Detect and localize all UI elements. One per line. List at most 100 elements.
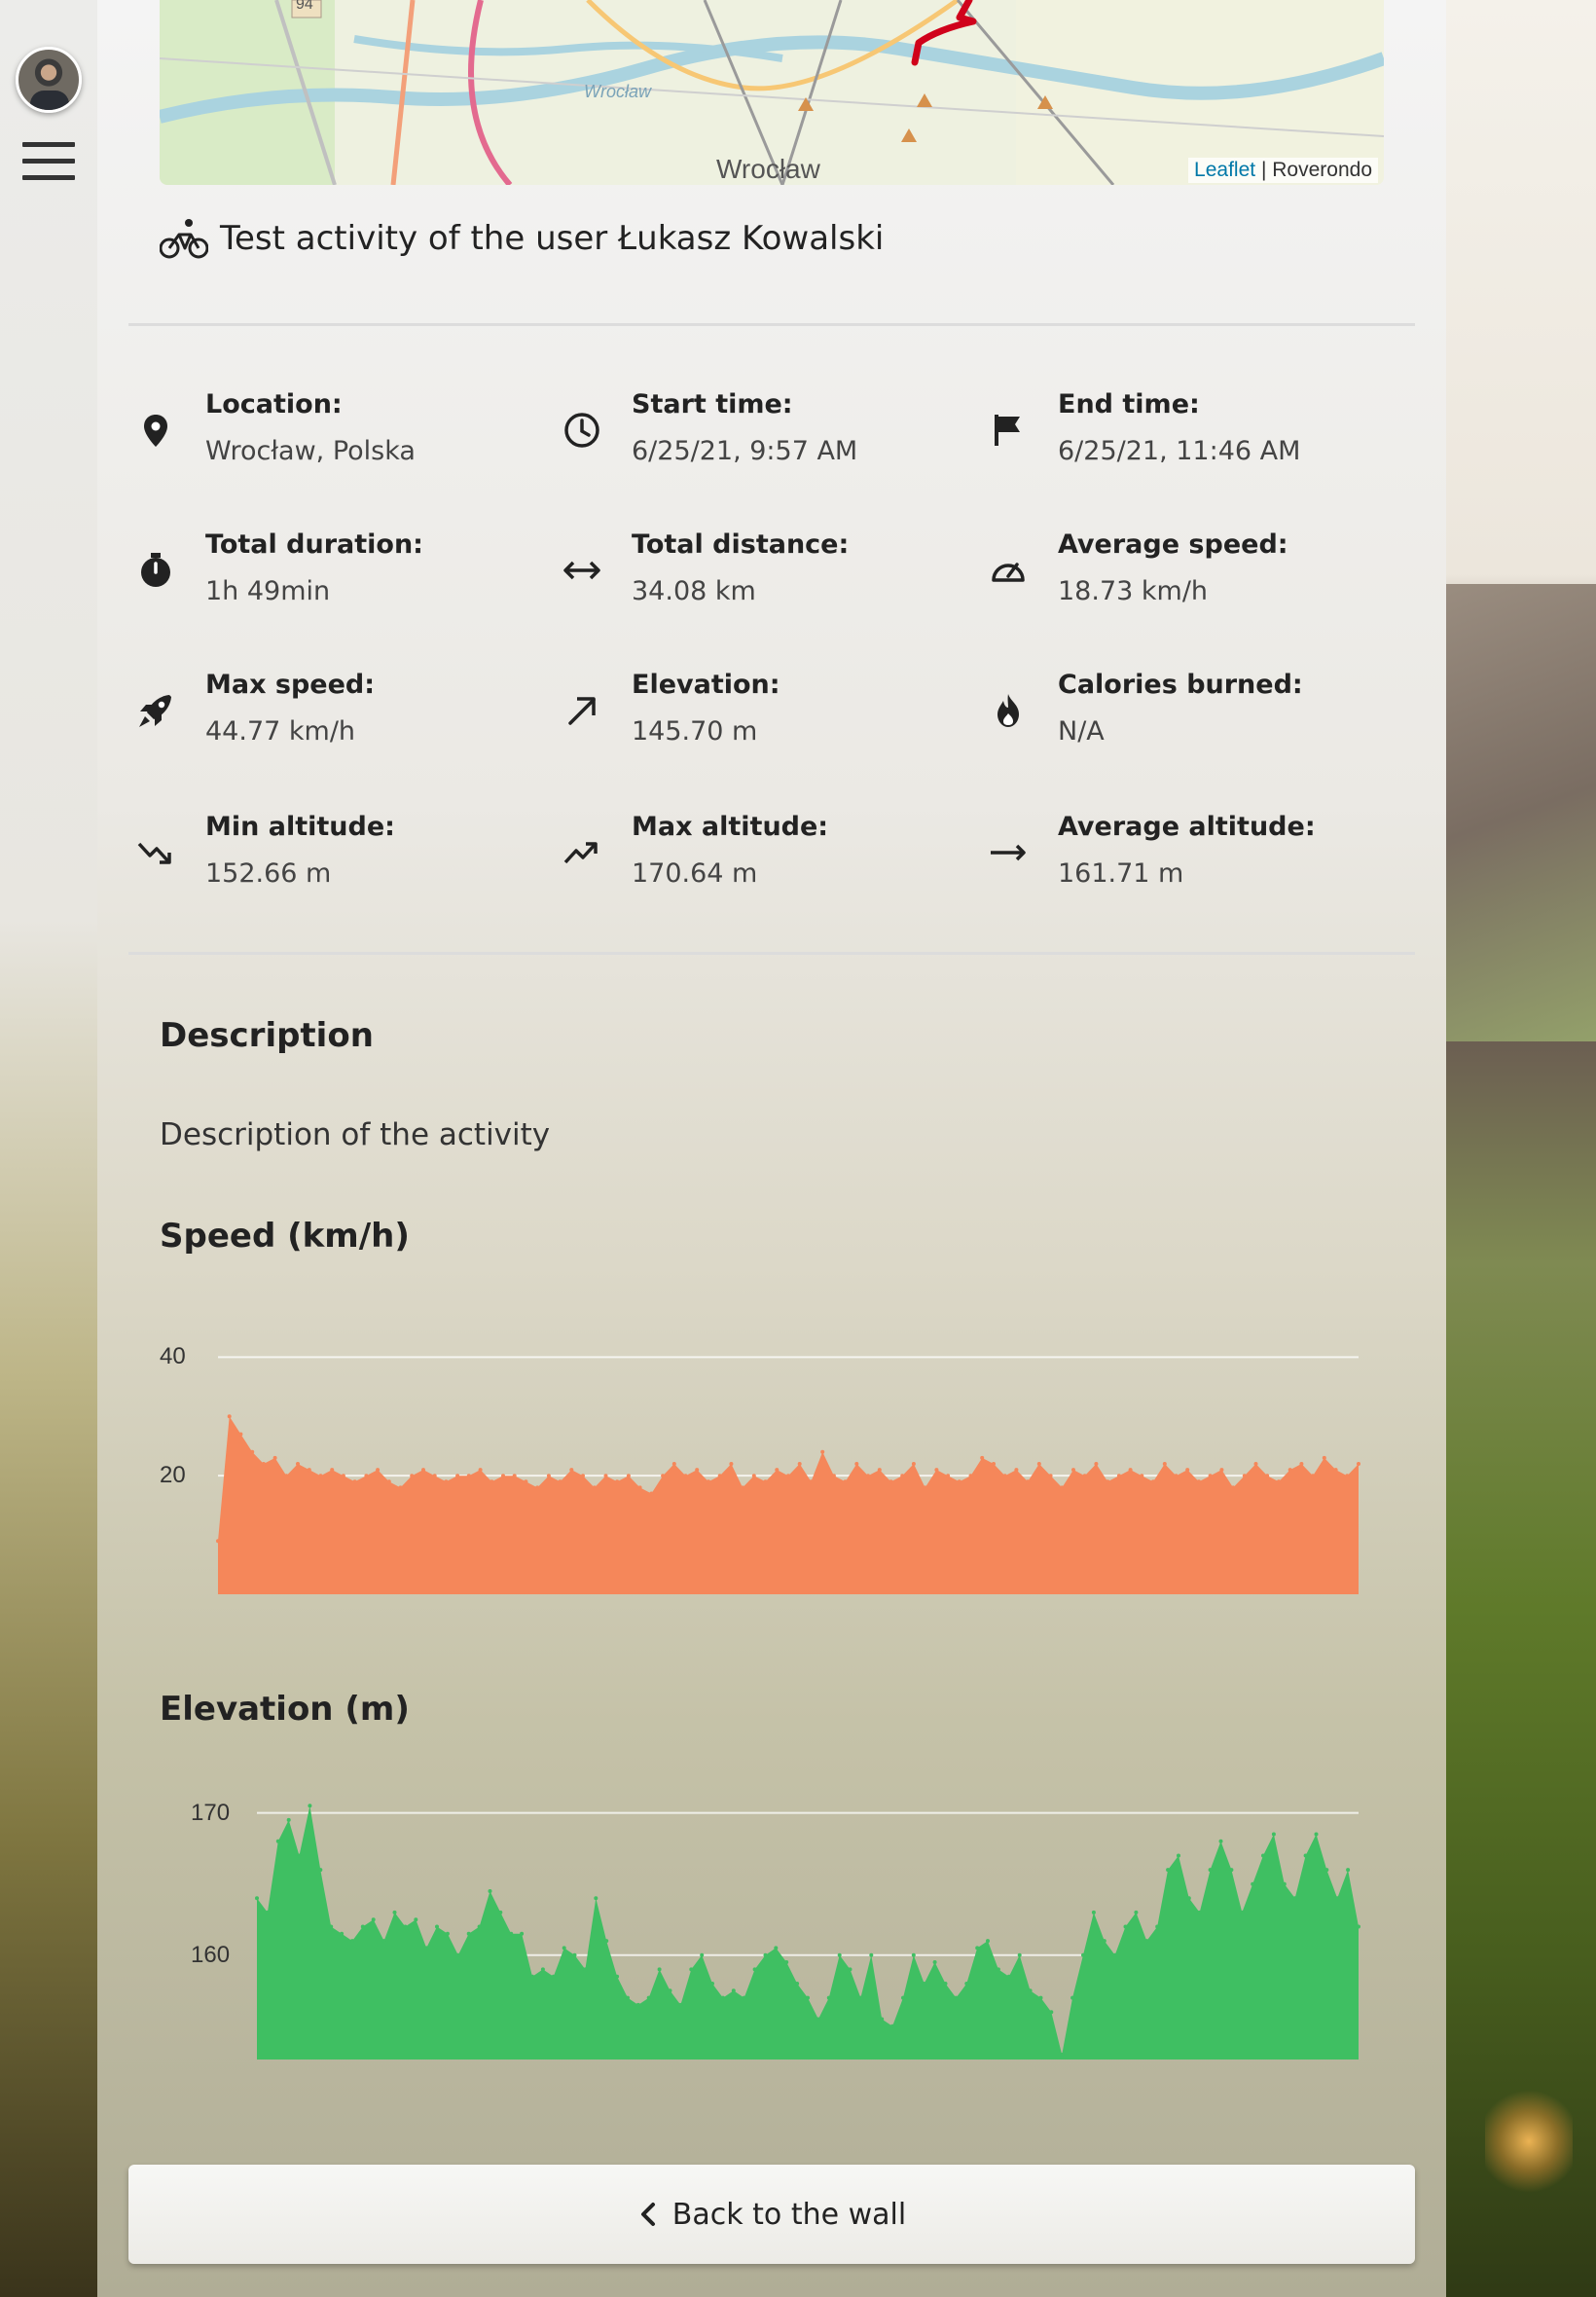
- data-point[interactable]: [1333, 1468, 1338, 1473]
- data-point[interactable]: [381, 1939, 386, 1944]
- data-point[interactable]: [786, 1474, 790, 1478]
- data-point[interactable]: [637, 1485, 642, 1490]
- data-point[interactable]: [1094, 1462, 1099, 1466]
- data-point[interactable]: [806, 1995, 810, 2000]
- data-point[interactable]: [255, 1896, 259, 1901]
- data-point[interactable]: [877, 1468, 882, 1473]
- data-point[interactable]: [671, 1462, 676, 1466]
- data-point[interactable]: [668, 1988, 672, 1993]
- data-point[interactable]: [763, 1479, 768, 1484]
- data-point[interactable]: [661, 1474, 666, 1478]
- data-point[interactable]: [490, 1479, 494, 1484]
- data-point[interactable]: [854, 1462, 859, 1466]
- data-point[interactable]: [1036, 1462, 1041, 1466]
- data-point[interactable]: [1102, 1939, 1106, 1944]
- data-point[interactable]: [330, 1468, 335, 1473]
- data-point[interactable]: [520, 1931, 525, 1936]
- data-point[interactable]: [683, 1474, 688, 1478]
- data-point[interactable]: [1240, 1910, 1245, 1914]
- back-to-wall-button[interactable]: Back to the wall: [128, 2165, 1415, 2264]
- data-point[interactable]: [286, 1817, 291, 1822]
- data-point[interactable]: [435, 1924, 439, 1929]
- data-point[interactable]: [261, 1462, 266, 1466]
- data-point[interactable]: [1229, 1868, 1234, 1873]
- data-point[interactable]: [1140, 1474, 1144, 1478]
- data-point[interactable]: [352, 1479, 357, 1484]
- data-point[interactable]: [546, 1474, 551, 1478]
- data-point[interactable]: [498, 1910, 503, 1914]
- data-point[interactable]: [1026, 1479, 1031, 1484]
- data-point[interactable]: [569, 1468, 574, 1473]
- data-point[interactable]: [455, 1474, 460, 1478]
- data-point[interactable]: [604, 1939, 609, 1944]
- data-point[interactable]: [1116, 1474, 1121, 1478]
- data-point[interactable]: [509, 1931, 514, 1936]
- data-point[interactable]: [964, 1982, 969, 1986]
- data-point[interactable]: [1091, 1910, 1096, 1914]
- data-point[interactable]: [1060, 1485, 1065, 1490]
- data-point[interactable]: [1196, 1479, 1201, 1484]
- data-point[interactable]: [1186, 1896, 1191, 1901]
- data-point[interactable]: [797, 1462, 802, 1466]
- data-point[interactable]: [1311, 1474, 1316, 1478]
- hamburger-menu-icon[interactable]: [22, 142, 75, 181]
- data-point[interactable]: [1112, 1952, 1117, 1957]
- data-point[interactable]: [858, 1995, 863, 2000]
- data-point[interactable]: [775, 1468, 780, 1473]
- data-point[interactable]: [848, 1967, 852, 1972]
- data-point[interactable]: [466, 1931, 471, 1936]
- data-point[interactable]: [432, 1474, 437, 1478]
- data-point[interactable]: [1277, 1479, 1281, 1484]
- data-point[interactable]: [729, 1462, 734, 1466]
- data-point[interactable]: [720, 1995, 725, 2000]
- data-point[interactable]: [731, 1988, 736, 1993]
- data-point[interactable]: [954, 1995, 959, 2000]
- data-point[interactable]: [572, 1952, 577, 1957]
- data-point[interactable]: [603, 1474, 608, 1478]
- data-point[interactable]: [1151, 1479, 1155, 1484]
- data-point[interactable]: [922, 1982, 926, 1986]
- data-point[interactable]: [900, 1474, 905, 1478]
- data-point[interactable]: [551, 1974, 556, 1979]
- data-point[interactable]: [1038, 1995, 1043, 2000]
- data-point[interactable]: [350, 1939, 354, 1944]
- data-point[interactable]: [1106, 1479, 1110, 1484]
- data-point[interactable]: [512, 1474, 517, 1478]
- data-point[interactable]: [1335, 1896, 1340, 1901]
- data-point[interactable]: [1322, 1455, 1326, 1460]
- data-point[interactable]: [1357, 1924, 1360, 1929]
- data-point[interactable]: [901, 1995, 905, 2000]
- data-point[interactable]: [980, 1455, 985, 1460]
- data-point[interactable]: [763, 1952, 768, 1957]
- data-point[interactable]: [889, 1479, 893, 1484]
- data-point[interactable]: [880, 2017, 885, 2022]
- data-point[interactable]: [386, 1479, 391, 1484]
- data-point[interactable]: [341, 1474, 345, 1478]
- data-point[interactable]: [1292, 1896, 1297, 1901]
- data-point[interactable]: [530, 1974, 534, 1979]
- data-point[interactable]: [1070, 1995, 1075, 2000]
- data-point[interactable]: [816, 2017, 820, 2022]
- data-point[interactable]: [869, 1952, 874, 1957]
- data-point[interactable]: [751, 1474, 756, 1478]
- data-point[interactable]: [1251, 1881, 1255, 1886]
- data-point[interactable]: [535, 1485, 540, 1490]
- data-point[interactable]: [742, 1995, 746, 2000]
- data-point[interactable]: [774, 1946, 779, 1951]
- data-point[interactable]: [414, 1917, 418, 1922]
- data-point[interactable]: [1218, 1839, 1223, 1843]
- data-point[interactable]: [1253, 1462, 1258, 1466]
- data-point[interactable]: [923, 1485, 927, 1490]
- data-point[interactable]: [975, 1946, 980, 1951]
- data-point[interactable]: [540, 1967, 545, 1972]
- data-point[interactable]: [360, 1924, 365, 1929]
- data-point[interactable]: [250, 1449, 255, 1454]
- leaflet-link[interactable]: Leaflet: [1194, 159, 1255, 181]
- data-point[interactable]: [1208, 1474, 1213, 1478]
- data-point[interactable]: [1282, 1881, 1287, 1886]
- data-point[interactable]: [741, 1485, 745, 1490]
- data-point[interactable]: [1345, 1474, 1350, 1478]
- data-point[interactable]: [1271, 1832, 1276, 1837]
- data-point[interactable]: [784, 1960, 789, 1964]
- data-point[interactable]: [296, 1462, 300, 1466]
